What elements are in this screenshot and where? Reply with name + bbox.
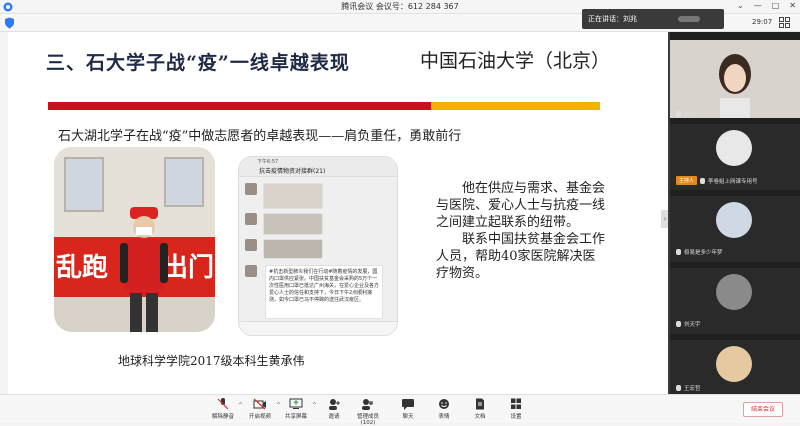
mic-icon xyxy=(676,111,681,117)
avatar xyxy=(716,130,752,166)
title-band-red xyxy=(48,102,431,110)
participant-name: 王宏哲 xyxy=(684,386,701,392)
share-screen-icon xyxy=(289,398,303,409)
participant-panel: 刘兆 主持人 李卷姐上网课专用号 极易是多少年梦 刘天宇 王宏哲 xyxy=(670,32,800,394)
participant-tile[interactable]: 主持人 李卷姐上网课专用号 xyxy=(670,124,800,190)
avatar xyxy=(716,274,752,310)
speaking-label: 正在讲话：刘兆 xyxy=(588,15,637,23)
slide-title: 三、石大学子战“疫”一线卓越表现 xyxy=(46,52,350,74)
microphone-muted-icon xyxy=(217,398,229,410)
participant-name: 李卷姐上网课专用号 xyxy=(708,178,758,185)
documents-button[interactable]: 文档 xyxy=(462,398,498,420)
invite-button[interactable]: 邀请 xyxy=(316,398,352,420)
participant-tile[interactable]: 极易是多少年梦 xyxy=(670,196,800,262)
participant-tile[interactable]: 王宏哲 xyxy=(670,340,800,394)
reactions-button[interactable]: 表情 xyxy=(426,398,462,420)
add-user-icon xyxy=(329,399,340,410)
grid-view-icon[interactable] xyxy=(779,17,790,28)
members-icon xyxy=(362,399,373,410)
smiley-icon xyxy=(439,399,449,409)
chat-group-name: 抗击疫情物资对接群(21) xyxy=(259,168,326,175)
meeting-timer: 29:07 xyxy=(752,18,773,26)
photo-caption: 地球科学学院2017级本科生黄承伟 xyxy=(118,354,305,368)
volunteer-photo: 乱跑 出门 xyxy=(54,147,215,332)
description-paragraph-2: 联系中国扶贫基金会工作人员，帮助40家医院解决医疗物资。 xyxy=(436,232,606,281)
mute-button[interactable]: 解除静音 xyxy=(205,398,241,420)
host-badge: 主持人 xyxy=(676,176,698,185)
participant-tile-video[interactable]: 刘兆 xyxy=(670,40,800,118)
settings-button[interactable]: 设置 xyxy=(498,398,534,420)
minimize-icon[interactable]: — xyxy=(754,1,762,10)
apps-grid-icon xyxy=(511,398,521,409)
chat-button[interactable]: 聊天 xyxy=(390,398,426,420)
shield-icon[interactable] xyxy=(4,17,15,29)
camera-off-icon xyxy=(253,398,266,410)
pin-icon[interactable]: ⌄ xyxy=(737,1,744,10)
participant-tile[interactable]: 刘天宇 xyxy=(670,268,800,334)
university-name: 中国石油大学（北京） xyxy=(420,50,611,72)
participant-video-feed xyxy=(719,54,751,118)
chat-image-3 xyxy=(263,239,323,259)
mic-muted-icon xyxy=(676,385,681,391)
slide-subtitle: 石大湖北学子在战“疫”中做志愿者的卓越表现——肩负重任，勇敢前行 xyxy=(58,129,462,144)
audio-level-indicator xyxy=(678,16,700,22)
mic-muted-icon xyxy=(700,177,706,184)
chat-time: 下午6:57 xyxy=(257,159,279,165)
video-button[interactable]: 开启视频 xyxy=(242,398,278,420)
maximize-icon[interactable]: □ xyxy=(772,1,780,10)
slide-description: 他在供应与需求、基金会与医院、爱心人士与抗疫一线之间建立起联系的纽带。 联系中国… xyxy=(436,180,608,282)
description-paragraph-1: 他在供应与需求、基金会与医院、爱心人士与抗疫一线之间建立起联系的纽带。 xyxy=(436,181,606,230)
left-edge xyxy=(0,32,8,392)
avatar xyxy=(716,346,752,382)
chat-message: #抗击新型肺炎我们在行动#随着疫情的发展，国内口罩供应紧张。中国扶贫基金会采购的… xyxy=(265,265,383,319)
chat-image-1 xyxy=(263,183,323,209)
photo-banner-left: 乱跑 xyxy=(56,253,109,283)
participant-name: 极易是多少年梦 xyxy=(684,250,723,256)
mic-muted-icon xyxy=(676,321,681,327)
participant-name: 刘兆 xyxy=(684,112,696,118)
speaking-indicator: 正在讲话：刘兆 xyxy=(582,9,724,29)
document-icon xyxy=(476,398,484,410)
title-band-yellow xyxy=(431,102,600,110)
meeting-toolbar: 解除静音 ^ 开启视频 ^ 共享屏幕 ^ 邀请 管理成员(102) 聊天 表情 … xyxy=(0,394,800,426)
end-meeting-button[interactable]: 结束会议 xyxy=(743,402,783,417)
participant-name: 刘天宇 xyxy=(684,322,701,328)
chat-icon xyxy=(402,399,414,410)
avatar xyxy=(716,202,752,238)
chat-image-2 xyxy=(263,213,323,235)
close-icon[interactable]: ✕ xyxy=(789,1,796,10)
volunteer-figure xyxy=(120,207,168,332)
share-screen-button[interactable]: 共享屏幕 xyxy=(278,398,314,420)
mic-muted-icon xyxy=(676,249,681,255)
chat-screenshot: 下午6:57 抗击疫情物资对接群(21) #抗击新型肺炎我们在行动#随着疫情的发… xyxy=(238,156,398,336)
manage-members-button[interactable]: 管理成员(102) xyxy=(350,398,386,426)
